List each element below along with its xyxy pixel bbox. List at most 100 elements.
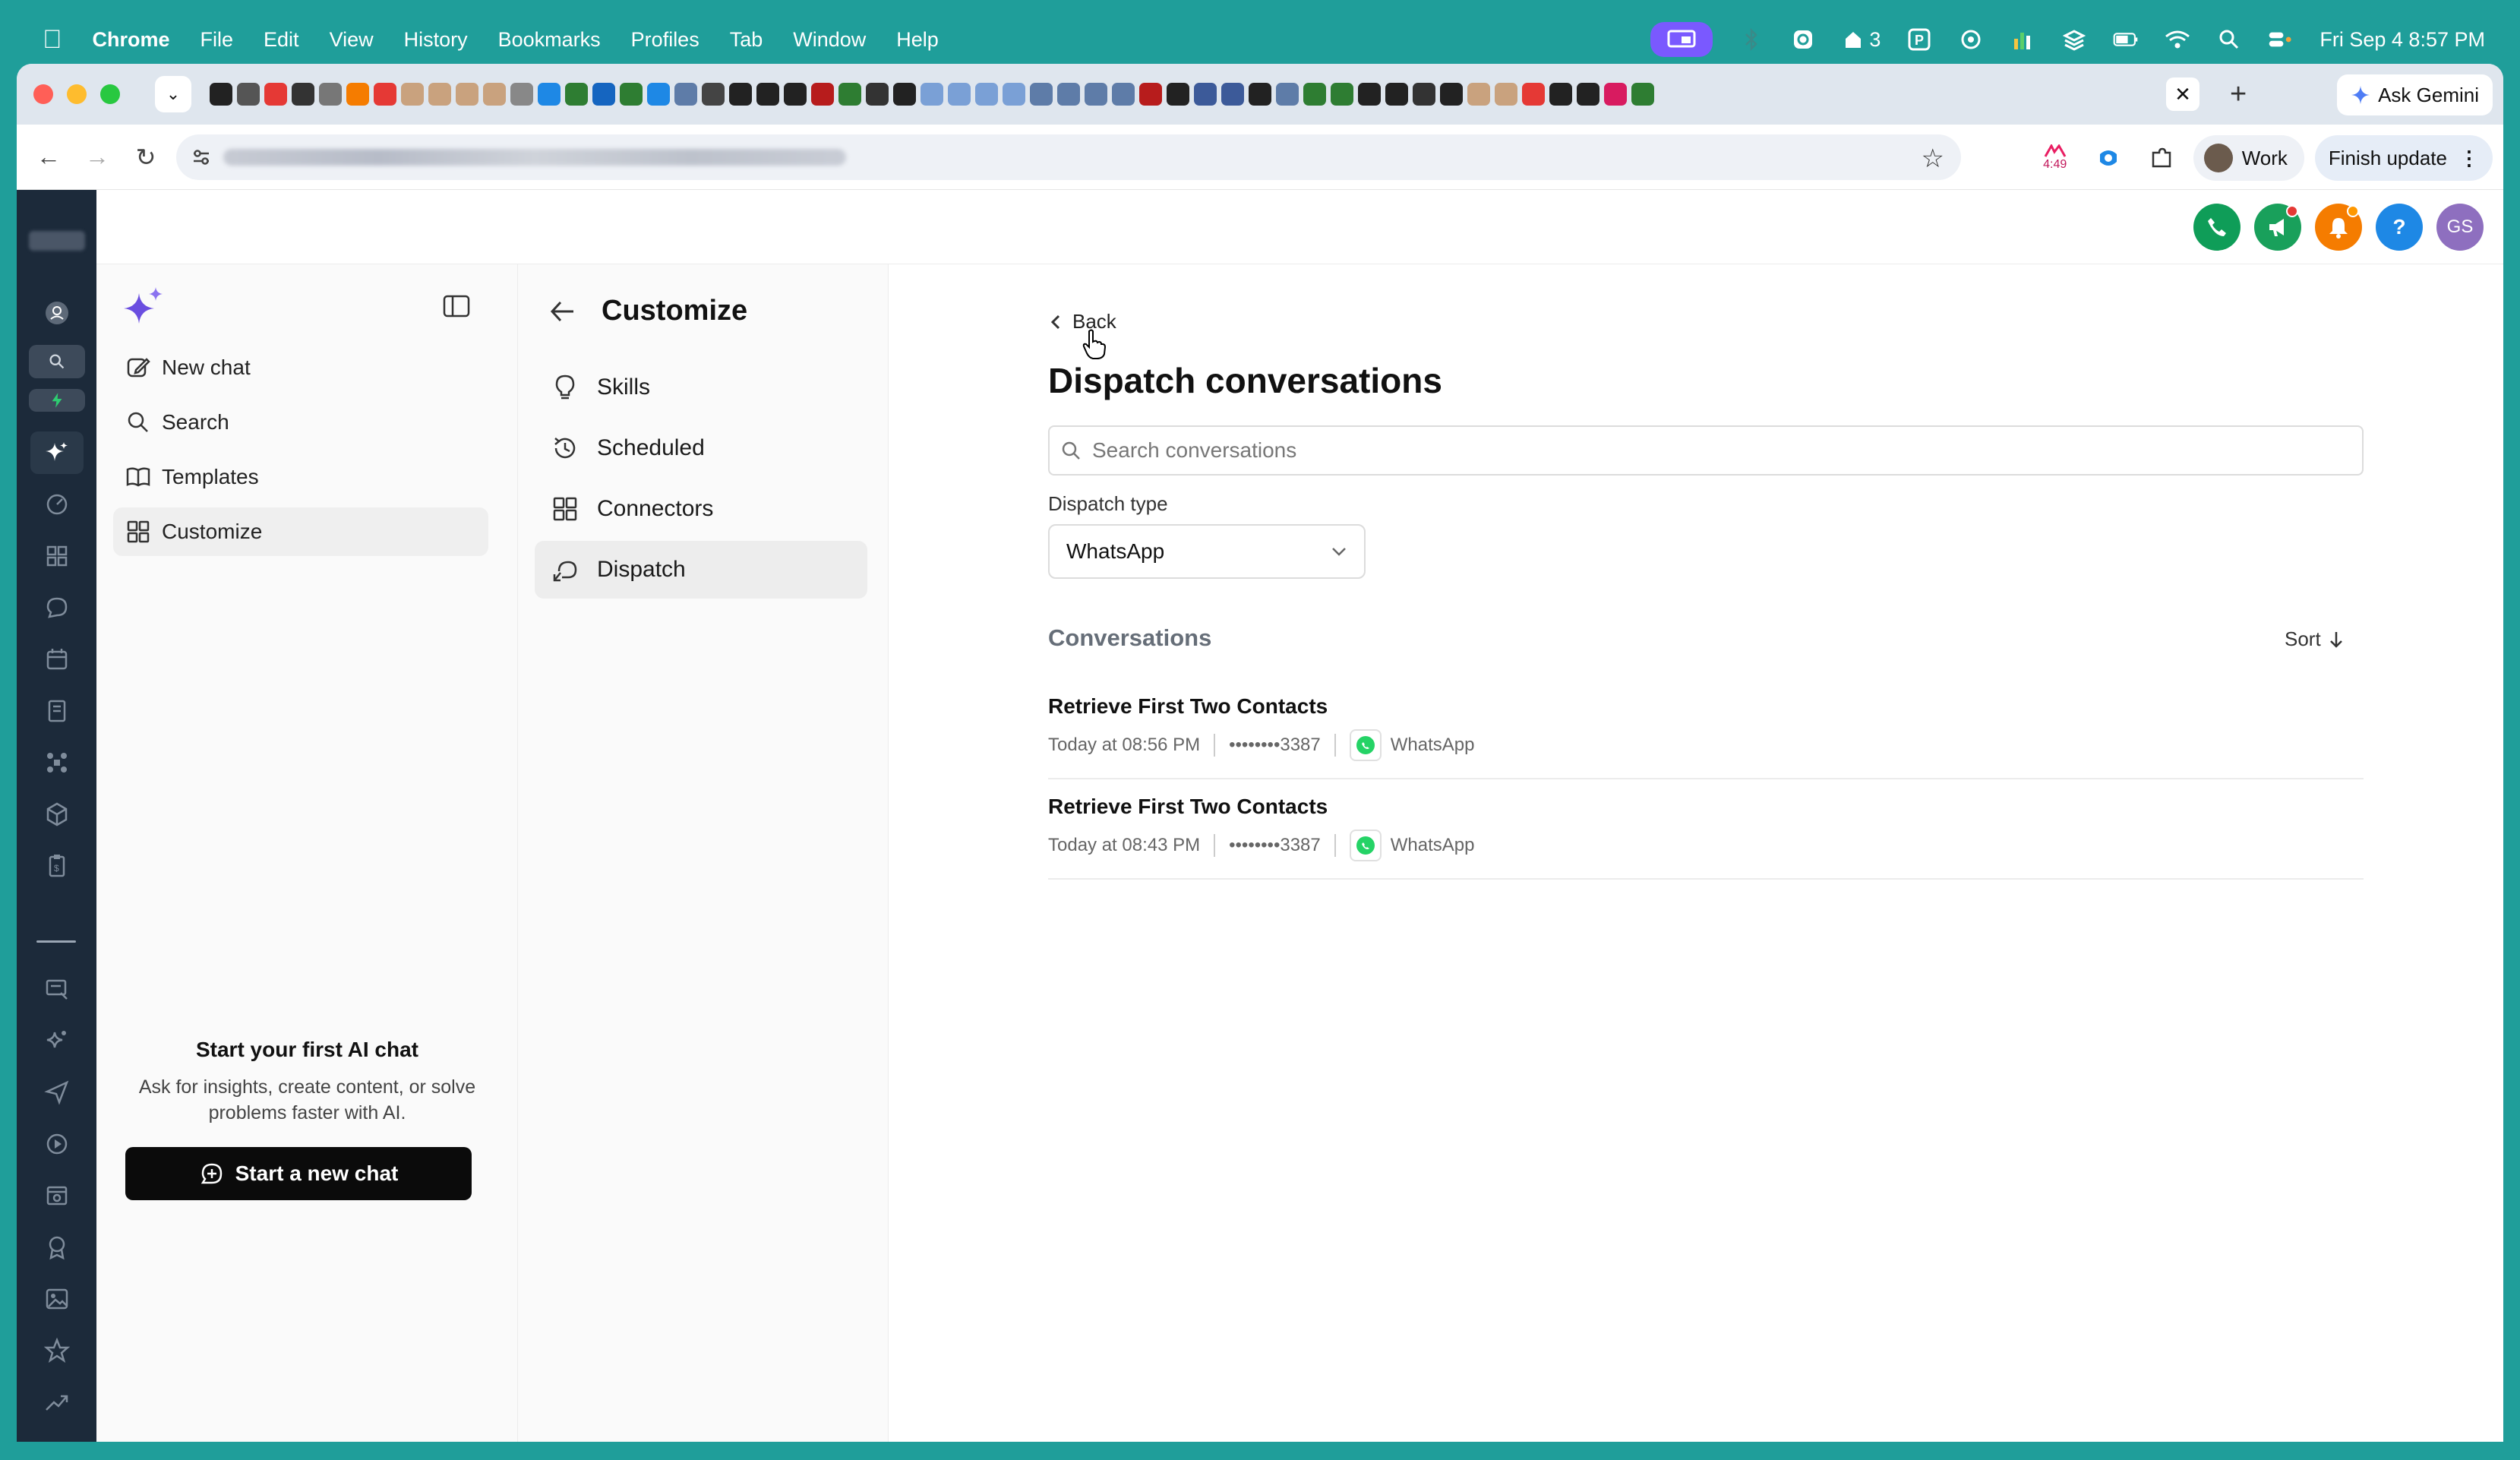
pinned-tab-favicon-icon[interactable] xyxy=(784,83,807,106)
rail-send-icon[interactable] xyxy=(30,1071,84,1114)
maximize-window-button[interactable] xyxy=(100,84,120,104)
pinned-tab-favicon-icon[interactable] xyxy=(1276,83,1299,106)
pinned-tab-favicon-icon[interactable] xyxy=(756,83,779,106)
notifications-bell-icon[interactable] xyxy=(2315,204,2362,251)
pinned-tab-favicon-icon[interactable] xyxy=(210,83,232,106)
rail-ai-tools-icon[interactable] xyxy=(30,1019,84,1062)
pinned-tab-favicon-icon[interactable] xyxy=(319,83,342,106)
openai-icon[interactable] xyxy=(1958,27,1984,52)
menu-help[interactable]: Help xyxy=(896,28,939,52)
sort-button[interactable]: Sort xyxy=(2285,627,2344,651)
rail-play-circle-icon[interactable] xyxy=(30,1123,84,1165)
rail-profile-icon[interactable] xyxy=(30,292,84,334)
rail-reviews-icon[interactable] xyxy=(30,968,84,1010)
pinned-tab-favicon-icon[interactable] xyxy=(428,83,451,106)
apple-logo-icon[interactable]:  xyxy=(43,25,62,55)
pinned-tab-favicon-icon[interactable] xyxy=(1331,83,1353,106)
ask-gemini-button[interactable]: Ask Gemini xyxy=(2337,74,2493,115)
sidebar-item-customize[interactable]: Customize xyxy=(113,507,488,556)
pinned-tab-favicon-icon[interactable] xyxy=(1604,83,1627,106)
pinned-tab-favicon-icon[interactable] xyxy=(1112,83,1135,106)
pinned-tab-favicon-icon[interactable] xyxy=(838,83,861,106)
rail-ai-sparkle-icon[interactable] xyxy=(30,431,84,474)
pinned-tab-favicon-icon[interactable] xyxy=(1221,83,1244,106)
rail-cube-icon[interactable] xyxy=(30,793,84,836)
phone-call-icon[interactable] xyxy=(2193,204,2241,251)
customize-item-skills[interactable]: Skills xyxy=(535,359,867,416)
address-bar[interactable]: ☆ xyxy=(176,134,1961,180)
megaphone-icon[interactable] xyxy=(2254,204,2301,251)
finish-update-button[interactable]: Finish update ⋮ xyxy=(2314,135,2493,181)
battery-icon[interactable] xyxy=(2113,27,2139,52)
minimize-window-button[interactable] xyxy=(67,84,87,104)
pinned-tab-favicon-icon[interactable] xyxy=(1440,83,1463,106)
rail-workflow-icon[interactable] xyxy=(30,741,84,784)
menu-profiles[interactable]: Profiles xyxy=(631,28,699,52)
collapse-sidebar-icon[interactable] xyxy=(443,295,470,318)
bluetooth-icon[interactable] xyxy=(1738,27,1764,52)
bookmark-star-icon[interactable]: ☆ xyxy=(1922,144,1944,174)
pinned-tab-favicon-icon[interactable] xyxy=(1413,83,1435,106)
pinned-tab-favicon-icon[interactable] xyxy=(483,83,506,106)
menu-history[interactable]: History xyxy=(404,28,468,52)
menu-window[interactable]: Window xyxy=(793,28,866,52)
help-icon[interactable]: ? xyxy=(2376,204,2423,251)
sidebar-item-search[interactable]: Search xyxy=(113,398,488,447)
pinned-tab-favicon-icon[interactable] xyxy=(374,83,396,106)
menu-bookmarks[interactable]: Bookmarks xyxy=(498,28,601,52)
rail-store-icon[interactable] xyxy=(30,1174,84,1217)
pinned-tab-favicon-icon[interactable] xyxy=(729,83,752,106)
rail-clipboard-icon[interactable]: $ xyxy=(30,845,84,887)
pinned-tab-favicon-icon[interactable] xyxy=(1385,83,1408,106)
customize-item-dispatch[interactable]: Dispatch xyxy=(535,541,867,599)
site-info-icon[interactable] xyxy=(190,146,213,169)
profile-work-chip[interactable]: Work xyxy=(2193,135,2304,181)
pinned-tab-favicon-icon[interactable] xyxy=(1358,83,1381,106)
back-arrow-icon[interactable] xyxy=(550,300,576,323)
extension-timer-icon[interactable]: 4:49 xyxy=(2034,137,2076,179)
pinned-tab-favicon-icon[interactable] xyxy=(237,83,260,106)
pinned-tab-favicon-icon[interactable] xyxy=(510,83,533,106)
pinned-tab-favicon-icon[interactable] xyxy=(866,83,889,106)
rail-award-icon[interactable] xyxy=(30,1226,84,1269)
pinned-tab-favicon-icon[interactable] xyxy=(1167,83,1189,106)
search-conversations-field[interactable] xyxy=(1048,425,2364,476)
pinned-tab-favicon-icon[interactable] xyxy=(1249,83,1271,106)
menu-view[interactable]: View xyxy=(330,28,374,52)
pinned-tab-favicon-icon[interactable] xyxy=(921,83,943,106)
reload-icon[interactable]: ↻ xyxy=(129,141,163,174)
pinned-tab-favicon-icon[interactable] xyxy=(1030,83,1053,106)
pinned-tab-favicon-icon[interactable] xyxy=(456,83,478,106)
pinned-tab-favicon-icon[interactable] xyxy=(702,83,725,106)
pinned-tab-favicon-icon[interactable] xyxy=(1577,83,1599,106)
pinned-tab-favicon-icon[interactable] xyxy=(975,83,998,106)
pinned-tab-favicon-icon[interactable] xyxy=(948,83,971,106)
pinned-tab-favicon-icon[interactable] xyxy=(1495,83,1517,106)
pinned-tab-favicon-icon[interactable] xyxy=(538,83,561,106)
pinned-tab-favicon-icon[interactable] xyxy=(674,83,697,106)
conversation-row[interactable]: Retrieve First Two Contacts Today at 08:… xyxy=(1048,681,2364,779)
menu-tab[interactable]: Tab xyxy=(730,28,763,52)
pinned-tab-favicon-icon[interactable] xyxy=(1303,83,1326,106)
extensions-puzzle-icon[interactable] xyxy=(2140,137,2183,179)
menu-edit[interactable]: Edit xyxy=(264,28,299,52)
pinned-tab-favicon-icon[interactable] xyxy=(292,83,314,106)
dispatch-type-select[interactable]: WhatsApp xyxy=(1048,524,1366,579)
pinned-tab-favicon-icon[interactable] xyxy=(1631,83,1654,106)
close-window-button[interactable] xyxy=(33,84,53,104)
pinned-tab-favicon-icon[interactable] xyxy=(620,83,643,106)
pinned-tab-favicon-icon[interactable] xyxy=(1194,83,1217,106)
sidebar-item-new-chat[interactable]: New chat xyxy=(113,343,488,392)
rail-contacts-book-icon[interactable] xyxy=(30,690,84,732)
pinned-tab-favicon-icon[interactable] xyxy=(1057,83,1080,106)
search-conversations-input[interactable] xyxy=(1092,438,2307,463)
pinned-tab-favicon-icon[interactable] xyxy=(811,83,834,106)
pinned-tab-favicon-icon[interactable] xyxy=(401,83,424,106)
menu-file[interactable]: File xyxy=(201,28,234,52)
settings-gear-icon[interactable] xyxy=(1790,27,1816,52)
kebab-menu-icon[interactable]: ⋮ xyxy=(2459,147,2479,170)
menu-app-name[interactable]: Chrome xyxy=(93,28,170,52)
pinned-tab-favicon-icon[interactable] xyxy=(1522,83,1545,106)
chart-bars-icon[interactable] xyxy=(2010,27,2035,52)
rail-trending-icon[interactable] xyxy=(30,1381,84,1424)
